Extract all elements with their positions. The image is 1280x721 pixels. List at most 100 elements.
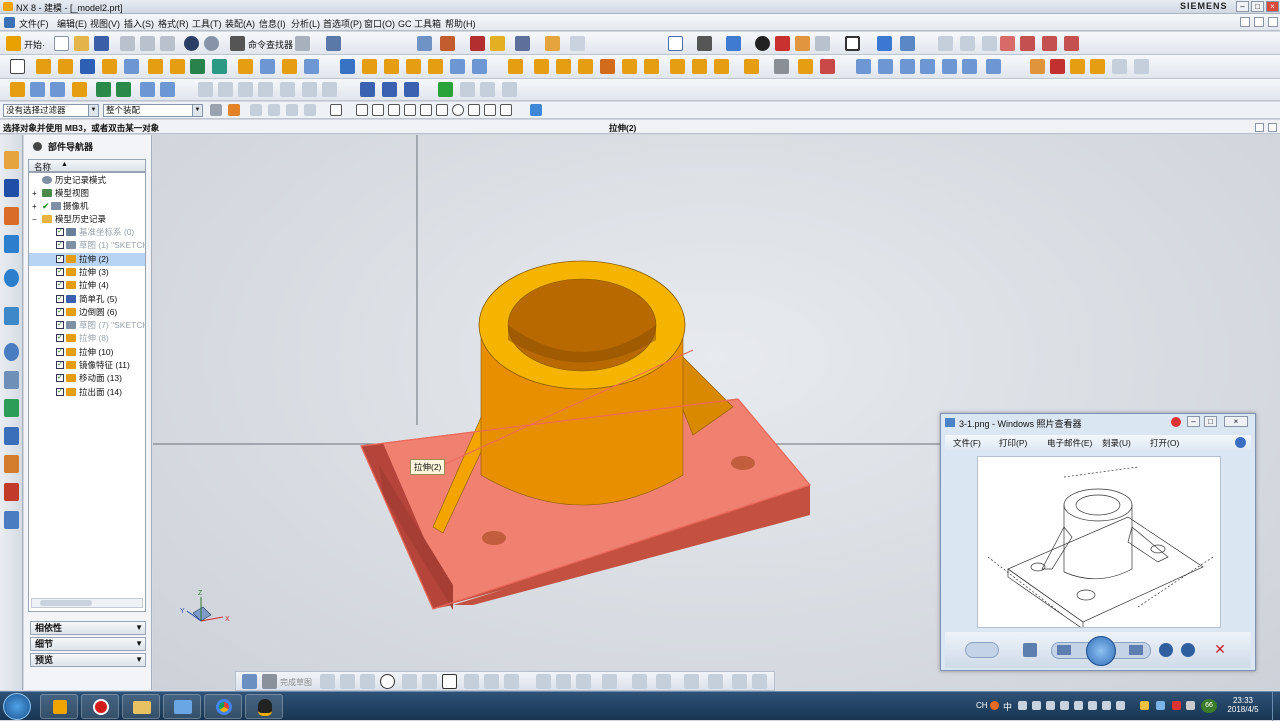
scope-select[interactable]: 整个装配 ▼	[103, 104, 203, 117]
heart-icon[interactable]	[1171, 417, 1181, 427]
snap-center-icon[interactable]	[268, 104, 280, 116]
start-button[interactable]: 开始·	[24, 38, 45, 51]
rotate-icon[interactable]	[697, 36, 712, 51]
resize-blend-icon[interactable]	[600, 59, 615, 74]
touch-mode-icon[interactable]	[326, 36, 341, 51]
curve-icon[interactable]	[982, 36, 997, 51]
feature-row[interactable]: ✓ 拉伸 (8)	[29, 332, 145, 345]
security-icon[interactable]	[1172, 701, 1181, 710]
pv-maximize-button[interactable]: □	[1204, 416, 1217, 427]
pv-minimize-button[interactable]: –	[1187, 416, 1200, 427]
layer-icon[interactable]	[900, 36, 915, 51]
assembly-icon[interactable]	[417, 36, 432, 51]
panel-dependencies[interactable]: 相依性 ▼	[30, 621, 146, 635]
assembly-navigator-icon[interactable]	[4, 151, 19, 169]
snap-tangent-icon[interactable]	[420, 104, 432, 116]
tree-item-history-mode[interactable]: 历史记录模式	[29, 174, 145, 187]
feature-checkbox[interactable]: ✓	[56, 307, 64, 316]
unite-icon[interactable]	[190, 59, 205, 74]
constraint-navigator-icon[interactable]	[4, 179, 19, 197]
tray-icon-1[interactable]	[1018, 701, 1027, 710]
line-icon[interactable]	[938, 36, 953, 51]
feature-row[interactable]: ✓ 草图 (7) "SKETCH_	[29, 319, 145, 332]
pv-menu-burn[interactable]: 刻录(U)	[1102, 437, 1131, 449]
menu-view[interactable]: 视图(V)	[90, 17, 120, 30]
delete-face-icon[interactable]	[622, 59, 637, 74]
taskbar-chrome-app[interactable]	[204, 694, 242, 719]
face-analysis-icon[interactable]	[815, 36, 830, 51]
check-geometry-icon[interactable]	[438, 82, 453, 97]
through-curves-icon[interactable]	[856, 59, 871, 74]
fit-view-icon[interactable]	[668, 36, 683, 51]
menu-gc-toolbox[interactable]: GC 工具箱	[398, 17, 441, 30]
curve-tool-7-icon[interactable]	[322, 82, 337, 97]
volume-icon[interactable]	[1186, 701, 1195, 710]
feature-checkbox[interactable]: ✓	[56, 228, 64, 236]
navigator-hscrollbar[interactable]	[31, 598, 143, 608]
type-filter-select[interactable]: 没有选择过滤器 ▼	[3, 104, 99, 117]
offset-curve-icon[interactable]	[1020, 36, 1035, 51]
swept-icon[interactable]	[878, 59, 893, 74]
tray-icon-7[interactable]	[1102, 701, 1111, 710]
pad-icon[interactable]	[148, 59, 163, 74]
zoom-button[interactable]	[965, 642, 999, 658]
scroll-thumb[interactable]	[40, 600, 92, 606]
feature-row[interactable]: ✓ 基准坐标系 (0)	[29, 226, 145, 239]
rotate-left-icon[interactable]	[1159, 643, 1173, 657]
sketch-arc-icon[interactable]	[360, 674, 375, 689]
measure-angle-icon[interactable]	[570, 36, 585, 51]
sketch-rectangle-icon[interactable]	[442, 674, 457, 689]
feature-checkbox[interactable]: ✓	[56, 361, 64, 369]
actual-size-icon[interactable]	[1023, 643, 1037, 657]
nx-menu-icon[interactable]	[4, 17, 15, 28]
web-browser-icon[interactable]	[4, 307, 19, 325]
pv-menu-print[interactable]: 打印(P)	[999, 437, 1027, 449]
snap-arc-icon[interactable]	[404, 104, 416, 116]
selection-tool-icon[interactable]	[295, 36, 310, 51]
move-component-icon[interactable]	[470, 36, 485, 51]
network-icon[interactable]	[1156, 701, 1165, 710]
sketch-spline-icon[interactable]	[504, 674, 519, 689]
snap-quadrant-icon[interactable]	[286, 104, 298, 116]
snap-diag-icon[interactable]	[484, 104, 496, 116]
view-orient-icon[interactable]	[726, 36, 741, 51]
copy-face-icon[interactable]	[644, 59, 659, 74]
doc-restore-button[interactable]	[1254, 17, 1264, 27]
profile-icon[interactable]	[320, 674, 335, 689]
feature-checkbox[interactable]: ✓	[56, 334, 64, 343]
minimize-button[interactable]: –	[1236, 1, 1249, 12]
history-icon[interactable]	[4, 343, 19, 361]
pattern-face-icon[interactable]	[744, 59, 759, 74]
datum-axis-icon[interactable]	[30, 82, 45, 97]
feature-row[interactable]: ✓ 边倒圆 (6)	[29, 306, 145, 319]
previous-icon[interactable]	[1057, 645, 1071, 655]
feature-checkbox[interactable]: ✓	[56, 387, 64, 396]
feature-row[interactable]: ✓ 拉伸 (2)	[29, 252, 145, 266]
doc-close-button[interactable]	[1268, 17, 1278, 27]
pv-menu-email[interactable]: 电子邮件(E)	[1047, 437, 1092, 449]
hd3d-icon[interactable]	[4, 269, 19, 287]
system-scene-icon[interactable]	[4, 483, 19, 501]
delete-icon[interactable]: ✕	[1211, 641, 1229, 659]
sketch-polygon-icon[interactable]	[464, 674, 479, 689]
suppress-icon[interactable]	[1090, 59, 1105, 74]
promote-body-icon[interactable]	[140, 82, 155, 97]
curve-analysis-icon[interactable]	[404, 82, 419, 97]
command-finder-icon[interactable]	[230, 36, 245, 51]
start-icon[interactable]	[6, 36, 21, 51]
sketch-plane-icon[interactable]	[242, 674, 257, 689]
emboss-icon[interactable]	[170, 59, 185, 74]
start-orb-icon[interactable]	[3, 693, 31, 720]
taskbar-nx-app[interactable]	[40, 694, 78, 719]
paste-face-icon[interactable]	[692, 59, 707, 74]
menu-info[interactable]: 信息(I)	[259, 17, 286, 30]
pv-close-button[interactable]: ×	[1224, 416, 1248, 427]
deviation-icon[interactable]	[480, 82, 495, 97]
system-materials-icon[interactable]	[4, 371, 19, 389]
boss-icon[interactable]	[102, 59, 117, 74]
taskbar-photo-viewer-app[interactable]	[163, 694, 201, 719]
curve-tool-6-icon[interactable]	[302, 82, 317, 97]
pv-menu-file[interactable]: 文件(F)	[953, 437, 981, 449]
sketch-fillet-icon[interactable]	[402, 674, 417, 689]
ime-language[interactable]: CH	[976, 701, 988, 710]
